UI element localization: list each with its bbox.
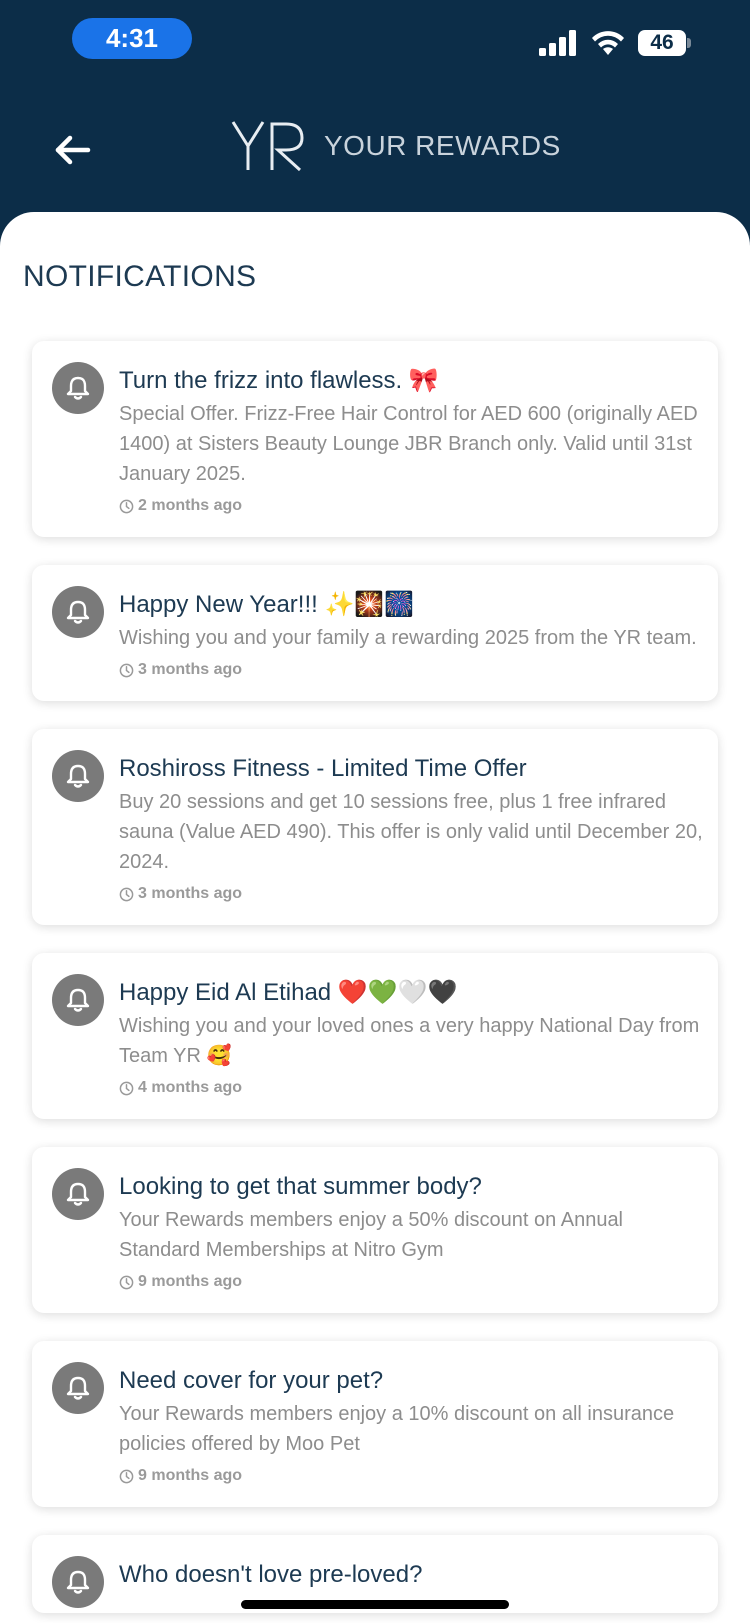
clock-icon [119,499,134,513]
notification-card[interactable]: Need cover for your pet? Your Rewards me… [32,1341,718,1507]
status-time: 4:31 [72,18,192,59]
notification-time: 3 months ago [119,661,704,679]
yr-logo [231,121,304,172]
clock-icon [119,1275,134,1289]
bell-icon [52,1556,104,1608]
notification-time-label: 3 months ago [138,661,243,678]
notification-card[interactable]: Roshiross Fitness - Limited Time Offer B… [32,729,718,925]
notification-card[interactable]: Happy New Year!!! ✨🎇🎆 Wishing you and yo… [32,565,718,701]
notification-body: Special Offer. Frizz-Free Hair Control f… [119,403,698,485]
notification-time-label: 9 months ago [138,1467,243,1484]
notification-title: Happy Eid Al Etihad ❤️💚🤍🖤 [119,979,458,1006]
notification-title: Who doesn't love pre-loved? [119,1561,423,1588]
notification-time: 9 months ago [119,1273,704,1291]
notification-list: Turn the frizz into flawless. 🎀 Special … [32,341,718,1623]
notification-time-label: 2 months ago [138,497,243,514]
battery-level: 46 [638,30,686,56]
notification-body: Your Rewards members enjoy a 50% discoun… [119,1209,624,1261]
brand-name: YOUR REWARDS [324,130,561,161]
notification-body: Wishing you and your loved ones a very h… [119,1015,700,1067]
notification-card[interactable]: Happy Eid Al Etihad ❤️💚🤍🖤 Wishing you an… [32,953,718,1119]
notification-time: 4 months ago [119,1079,704,1097]
notification-time-label: 3 months ago [138,885,243,902]
app-header: YOUR REWARDS [0,100,750,200]
bell-icon [52,1168,104,1220]
bell-icon [52,974,104,1026]
status-bar: 4:31 46 [0,0,750,80]
notification-time: 3 months ago [119,885,704,903]
notification-time-label: 4 months ago [138,1079,243,1096]
page-title: NOTIFICATIONS [23,260,257,293]
cellular-signal-icon [539,30,576,56]
notification-card[interactable]: Looking to get that summer body? Your Re… [32,1147,718,1313]
bell-icon [52,586,104,638]
bell-icon [52,362,104,414]
notification-time-label: 9 months ago [138,1273,243,1290]
battery-icon: 46 [638,30,691,56]
clock-icon [119,1469,134,1483]
bell-icon [52,750,104,802]
clock-icon [119,1081,134,1095]
clock-icon [119,663,134,677]
wifi-icon [592,31,624,55]
notification-title: Need cover for your pet? [119,1367,384,1394]
notification-card[interactable]: Turn the frizz into flawless. 🎀 Special … [32,341,718,537]
notification-title: Roshiross Fitness - Limited Time Offer [119,755,527,782]
notification-body: Buy 20 sessions and get 10 sessions free… [119,791,703,873]
notification-title: Happy New Year!!! ✨🎇🎆 [119,591,415,618]
notification-time: 2 months ago [119,497,704,515]
notification-body: Wishing you and your family a rewarding … [119,627,697,649]
notification-time: 9 months ago [119,1467,704,1485]
notification-body: Your Rewards members enjoy a 10% discoun… [119,1403,675,1455]
notification-title: Looking to get that summer body? [119,1173,482,1200]
notification-title: Turn the frizz into flawless. 🎀 [119,367,439,394]
main-content: NOTIFICATIONS Turn the frizz into flawle… [0,212,750,1623]
home-indicator [241,1600,509,1609]
back-arrow-icon[interactable] [50,128,94,172]
bell-icon [52,1362,104,1414]
clock-icon [119,887,134,901]
